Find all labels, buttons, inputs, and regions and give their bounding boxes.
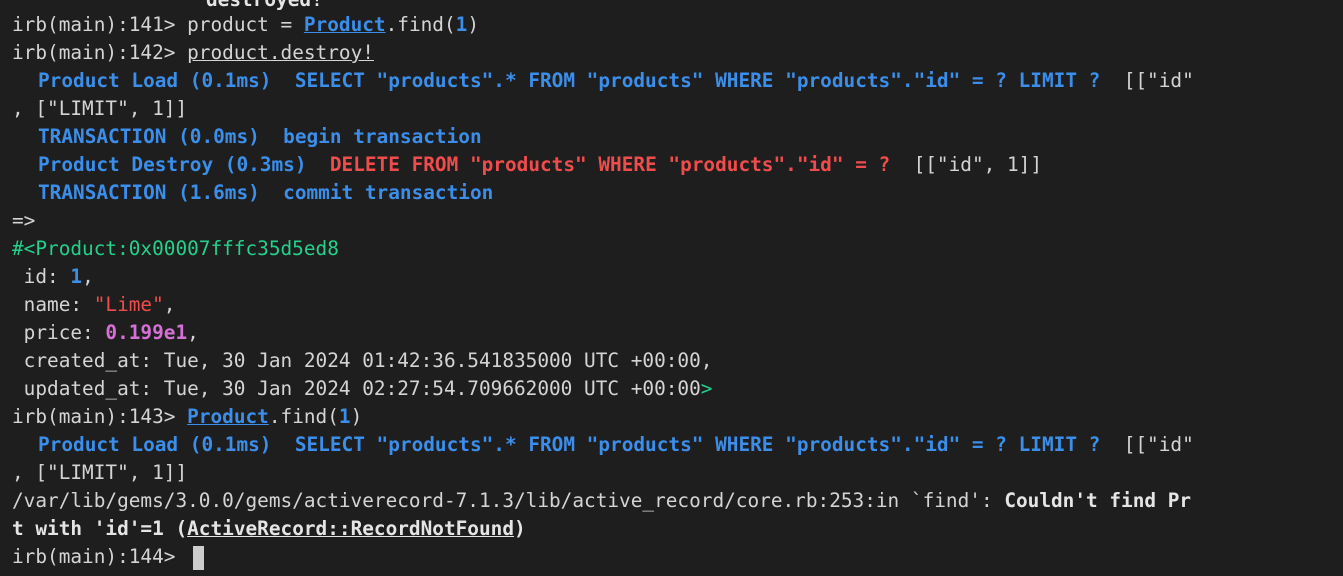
attribute-key: name: <box>12 293 94 316</box>
result-arrow: => <box>12 209 36 232</box>
sql-log-line: Product Load (0.1ms) SELECT "products".*… <box>12 431 1194 459</box>
sql-statement: commit transaction <box>259 181 494 204</box>
terminal-output[interactable]: destroyed! irb(main):141> product = Prod… <box>0 0 1317 576</box>
attribute-value: "Lime" <box>93 293 164 316</box>
irb-prompt: irb(main):144> <box>12 545 188 568</box>
terminal-line: irb(main):144> <box>12 543 205 571</box>
terminal-line: updated_at: Tue, 30 Jan 2024 02:27:54.70… <box>12 375 713 403</box>
terminal-line: , ["LIMIT", 1]] <box>12 95 187 123</box>
attribute-line: updated_at: Tue, 30 Jan 2024 02:27:54.70… <box>12 377 701 400</box>
attribute-key: price: <box>12 321 106 344</box>
terminal-line: , ["LIMIT", 1]] <box>12 459 187 487</box>
sql-log-label: Product Load (0.1ms) <box>38 433 272 456</box>
error-message: t with 'id'=1 ( <box>12 517 188 540</box>
destroyed-text: destroyed! <box>12 0 323 11</box>
irb-prompt: irb(main):141> <box>12 13 188 36</box>
terminal-line: id: 1, <box>12 263 94 291</box>
sql-statement: DELETE FROM "products" WHERE "products".… <box>306 153 891 176</box>
command-text: .find( <box>268 405 339 428</box>
sql-log-label: TRANSACTION (1.6ms) <box>38 181 260 204</box>
text-cursor[interactable] <box>193 545 205 570</box>
terminal-line: name: "Lime", <box>12 291 176 319</box>
error-message: ) <box>514 517 526 540</box>
terminal-line: price: 0.199e1, <box>12 319 199 347</box>
irb-prompt: irb(main):142> <box>12 41 188 64</box>
terminal-line: #<Product:0x00007fffc35d5ed8 <box>12 235 339 263</box>
constant-link[interactable]: Product <box>187 405 269 428</box>
terminal-line: irb(main):141> product = Product.find(1) <box>12 11 479 39</box>
sql-binds: , ["LIMIT", 1]] <box>12 461 188 484</box>
terminal-line: => <box>12 207 35 235</box>
terminal-line: irb(main):142> product.destroy! <box>12 39 374 67</box>
sql-statement: begin transaction <box>259 125 482 148</box>
sql-log-label: TRANSACTION (0.0ms) <box>38 125 260 148</box>
sql-log-label: Product Destroy (0.3ms) <box>38 153 307 176</box>
number-literal: 1 <box>338 405 351 428</box>
scrollbar[interactable] <box>1317 0 1343 576</box>
command-text: product = <box>187 13 304 36</box>
sql-log-label: Product Load (0.1ms) <box>38 69 272 92</box>
error-message: Couldn't find Pr <box>1004 489 1192 512</box>
sql-log-line: TRANSACTION (0.0ms) begin transaction <box>12 123 482 151</box>
command-text: ) <box>467 13 480 36</box>
attribute-key: id: <box>12 265 71 288</box>
error-line: /var/lib/gems/3.0.0/gems/activerecord-7.… <box>12 487 1191 515</box>
sql-log-line: Product Load (0.1ms) SELECT "products".*… <box>12 67 1194 95</box>
attribute-line: created_at: Tue, 30 Jan 2024 01:42:36.54… <box>12 349 713 372</box>
object-inspect: #<Product:0x00007fffc35d5ed8 <box>12 237 339 260</box>
number-literal: 1 <box>455 13 468 36</box>
terminal-line: irb(main):143> Product.find(1) <box>12 403 362 431</box>
sql-binds: , ["LIMIT", 1]] <box>12 97 188 120</box>
command-text: .find( <box>385 13 456 36</box>
sql-statement: SELECT "products".* FROM "products" WHER… <box>271 433 1101 456</box>
command-text: ) <box>350 405 363 428</box>
sql-statement: SELECT "products".* FROM "products" WHER… <box>271 69 1101 92</box>
sql-binds: [["id" <box>1100 69 1194 92</box>
attribute-value: 1 <box>70 265 83 288</box>
error-class-link[interactable]: ActiveRecord::RecordNotFound <box>187 517 514 540</box>
constant-link[interactable]: Product <box>304 13 386 36</box>
sql-binds: [["id", 1]] <box>890 153 1042 176</box>
punctuation: > <box>700 377 713 400</box>
punctuation: , <box>82 265 94 288</box>
error-line: t with 'id'=1 (ActiveRecord::RecordNotFo… <box>12 515 526 543</box>
command-text: product.destroy! <box>187 41 374 64</box>
attribute-value: 0.199e1 <box>105 321 188 344</box>
terminal-line: created_at: Tue, 30 Jan 2024 01:42:36.54… <box>12 347 713 375</box>
punctuation: , <box>163 293 176 316</box>
punctuation: , <box>187 321 199 344</box>
sql-log-line: Product Destroy (0.3ms) DELETE FROM "pro… <box>12 151 1042 179</box>
error-path: /var/lib/gems/3.0.0/gems/activerecord-7.… <box>12 489 1005 512</box>
sql-binds: [["id" <box>1100 433 1194 456</box>
irb-prompt: irb(main):143> <box>12 405 188 428</box>
sql-log-line: TRANSACTION (1.6ms) commit transaction <box>12 179 493 207</box>
